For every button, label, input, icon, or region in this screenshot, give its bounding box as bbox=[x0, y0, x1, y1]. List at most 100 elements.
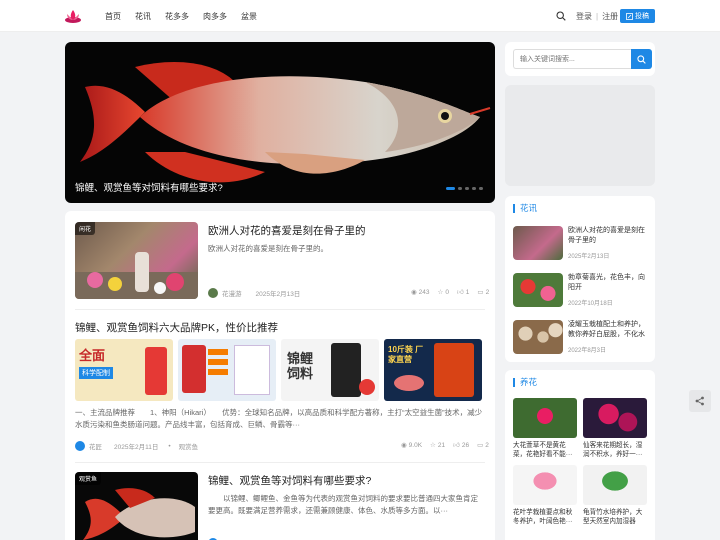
care-title[interactable]: 龟背竹水培养护，大型天然室内加湿器 bbox=[583, 508, 647, 526]
slider-dot[interactable] bbox=[472, 187, 476, 190]
star-icon[interactable]: ☆ bbox=[438, 288, 444, 296]
gallery-image[interactable] bbox=[178, 339, 276, 401]
post-date: 2025年2月13日 bbox=[255, 291, 301, 298]
like-icon[interactable]: 👍︎ bbox=[457, 288, 464, 296]
care-thumbnail[interactable] bbox=[513, 465, 577, 505]
care-widget: 养花 大花萱草不是黄花菜，花艳好看不能··· 仙客来花期超长，湿润不积水，养好一… bbox=[505, 370, 655, 540]
author-name[interactable]: 花漫游 bbox=[222, 288, 242, 298]
register-link[interactable]: 注册 bbox=[602, 11, 618, 22]
nav-home[interactable]: 首页 bbox=[105, 11, 121, 22]
nav-flowers[interactable]: 花多多 bbox=[165, 11, 189, 22]
care-thumbnail[interactable] bbox=[583, 465, 647, 505]
news-thumbnail[interactable] bbox=[513, 273, 563, 307]
news-thumbnail[interactable] bbox=[513, 226, 563, 260]
likes-count: 26 bbox=[461, 441, 470, 449]
care-item[interactable]: 仙客来花期超长，湿润不积水，养好一··· bbox=[583, 398, 647, 459]
nav-succulents[interactable]: 肉多多 bbox=[203, 11, 227, 22]
main-nav: 首页 花讯 花多多 肉多多 盆景 bbox=[105, 0, 257, 32]
care-item[interactable]: 龟背竹水培养护，大型天然室内加湿器 bbox=[583, 465, 647, 526]
likes-count: 1 bbox=[465, 288, 470, 296]
post-meta: 花漫游 2025年2月13日 bbox=[208, 288, 300, 298]
views-count: 9.0K bbox=[408, 441, 423, 449]
news-widget: 花讯 欧洲人对花的喜爱是刻在骨子里的 2025年2月13日 勃章菊喜光，花色丰，… bbox=[505, 196, 655, 362]
author-name[interactable]: 花匠 bbox=[89, 441, 102, 451]
gallery-text: 10斤装 厂家直营 bbox=[388, 345, 424, 364]
post-title[interactable]: 锦鲤、观赏鱼等对饲料有哪些要求? bbox=[208, 473, 371, 488]
auth-links: 登录 | 注册 bbox=[576, 11, 618, 22]
news-item[interactable]: 凌耀玉栽植配土和养护，教你养好白屁股，不化水 2022年8月3日 bbox=[513, 320, 653, 354]
nav-flower-news[interactable]: 花讯 bbox=[135, 11, 151, 22]
gallery-text: 锦鲤饲料 bbox=[287, 351, 314, 381]
news-title[interactable]: 欧洲人对花的喜爱是刻在骨子里的 bbox=[568, 226, 648, 246]
gallery-image[interactable]: 全面 科学配制 bbox=[75, 339, 173, 401]
post-thumbnail[interactable]: 闲花 bbox=[75, 222, 198, 299]
hero-title[interactable]: 锦鲤、观赏鱼等对饲料有哪些要求? bbox=[75, 180, 223, 194]
post-excerpt: 欧洲人对花的喜爱是刻在骨子里的。 bbox=[208, 244, 328, 253]
news-title[interactable]: 勃章菊喜光，花色丰，向阳开 bbox=[568, 273, 648, 293]
post-stats: ◉ 243 ☆ 0 👍︎ 1 ▭ 2 bbox=[411, 288, 490, 297]
login-link[interactable]: 登录 bbox=[576, 11, 592, 22]
care-item[interactable]: 花叶芋栽植要点和秋冬养护，叶阔色艳··· bbox=[513, 465, 577, 526]
slider-dot[interactable] bbox=[465, 187, 469, 190]
post-stats: ◉ 9.0K ☆ 21 👍︎ 26 ▭ 2 bbox=[401, 441, 489, 450]
comment-icon[interactable]: ▭ bbox=[477, 288, 483, 296]
comments-count: 2 bbox=[485, 441, 489, 449]
comments-count: 2 bbox=[485, 288, 490, 296]
news-date: 2022年10月18日 bbox=[568, 301, 613, 307]
separator: | bbox=[596, 12, 599, 21]
search-icon[interactable] bbox=[556, 11, 566, 21]
divider bbox=[75, 309, 485, 310]
slider-dot[interactable] bbox=[458, 187, 462, 190]
like-icon[interactable]: 👍︎ bbox=[453, 441, 460, 449]
comment-icon[interactable]: ▭ bbox=[477, 441, 483, 449]
widget-title: 花讯 bbox=[513, 204, 537, 213]
post-category-tag: 观赏鱼 bbox=[75, 472, 102, 485]
widget-title: 养花 bbox=[513, 378, 537, 387]
post-title[interactable]: 欧洲人对花的喜爱是刻在骨子里的 bbox=[208, 223, 366, 238]
care-item[interactable]: 大花萱草不是黄花菜，花艳好看不能··· bbox=[513, 398, 577, 459]
slider-dot[interactable] bbox=[479, 187, 483, 190]
author-avatar[interactable] bbox=[75, 441, 85, 451]
news-title[interactable]: 凌耀玉栽植配土和养护，教你养好白屁股，不化水 bbox=[568, 320, 648, 340]
news-date: 2022年8月3日 bbox=[568, 348, 607, 354]
lotus-logo-icon[interactable] bbox=[64, 8, 82, 24]
nav-bonsai[interactable]: 盆景 bbox=[241, 11, 257, 22]
views-count: 243 bbox=[418, 288, 430, 296]
hero-slider[interactable]: 锦鲤、观赏鱼等对饲料有哪些要求? bbox=[65, 42, 495, 203]
stars-count: 0 bbox=[445, 288, 449, 296]
divider bbox=[75, 462, 485, 463]
search-icon bbox=[637, 54, 646, 64]
author-avatar[interactable] bbox=[208, 288, 218, 298]
search-input[interactable] bbox=[513, 49, 631, 69]
news-item[interactable]: 欧洲人对花的喜爱是刻在骨子里的 2025年2月13日 bbox=[513, 226, 653, 260]
care-thumbnail[interactable] bbox=[583, 398, 647, 438]
gallery-text: 科学配制 bbox=[79, 367, 113, 379]
care-thumbnail[interactable] bbox=[513, 398, 577, 438]
news-date: 2025年2月13日 bbox=[568, 254, 610, 260]
gallery-image[interactable]: 10斤装 厂家直营 bbox=[384, 339, 482, 401]
views-icon: ◉ bbox=[401, 442, 407, 449]
care-title[interactable]: 大花萱草不是黄花菜，花艳好看不能··· bbox=[513, 441, 577, 459]
post-button-label: 投稿 bbox=[635, 13, 649, 20]
care-title[interactable]: 花叶芋栽植要点和秋冬养护，叶阔色艳··· bbox=[513, 508, 577, 526]
search-button[interactable] bbox=[631, 49, 652, 69]
post-category[interactable]: 观赏鱼 bbox=[179, 441, 199, 451]
slider-dot[interactable] bbox=[446, 187, 455, 190]
post-list: 闲花 欧洲人对花的喜爱是刻在骨子里的 欧洲人对花的喜爱是刻在骨子里的。 花漫游 … bbox=[65, 211, 495, 540]
post-date: 2025年2月11日 bbox=[114, 444, 159, 451]
post-title[interactable]: 锦鲤、观赏鱼饲料六大品牌PK，性价比推荐 bbox=[75, 320, 278, 335]
post-meta: 花匠 2025年2月11日 • 观赏鱼 bbox=[75, 441, 198, 451]
gallery-image[interactable]: 锦鲤饲料 bbox=[281, 339, 379, 401]
post-excerpt: 一、主流品牌推荐 1、神阳（Hikari） 优势：全球知名品牌，以高品质和科学配… bbox=[75, 408, 483, 429]
care-title[interactable]: 仙客来花期超长，湿润不积水，养好一··· bbox=[583, 441, 647, 459]
post-gallery: 全面 科学配制 锦鲤饲料 10斤装 厂家直营 bbox=[75, 339, 482, 401]
news-thumbnail[interactable] bbox=[513, 320, 563, 354]
post-thumbnail[interactable]: 观赏鱼 bbox=[75, 472, 198, 540]
news-item[interactable]: 勃章菊喜光，花色丰，向阳开 2022年10月18日 bbox=[513, 273, 653, 307]
edit-icon bbox=[626, 12, 633, 20]
star-icon[interactable]: ☆ bbox=[430, 441, 436, 449]
share-button[interactable] bbox=[689, 390, 711, 412]
post-excerpt: 以锦鲤、鲫鲤鱼、金鱼等为代表的观赏鱼对饲料的要求要比普通四大家鱼肯定要更高。既要… bbox=[208, 494, 478, 515]
arowana-fish-image bbox=[80, 62, 491, 183]
post-button[interactable]: 投稿 bbox=[620, 9, 655, 23]
